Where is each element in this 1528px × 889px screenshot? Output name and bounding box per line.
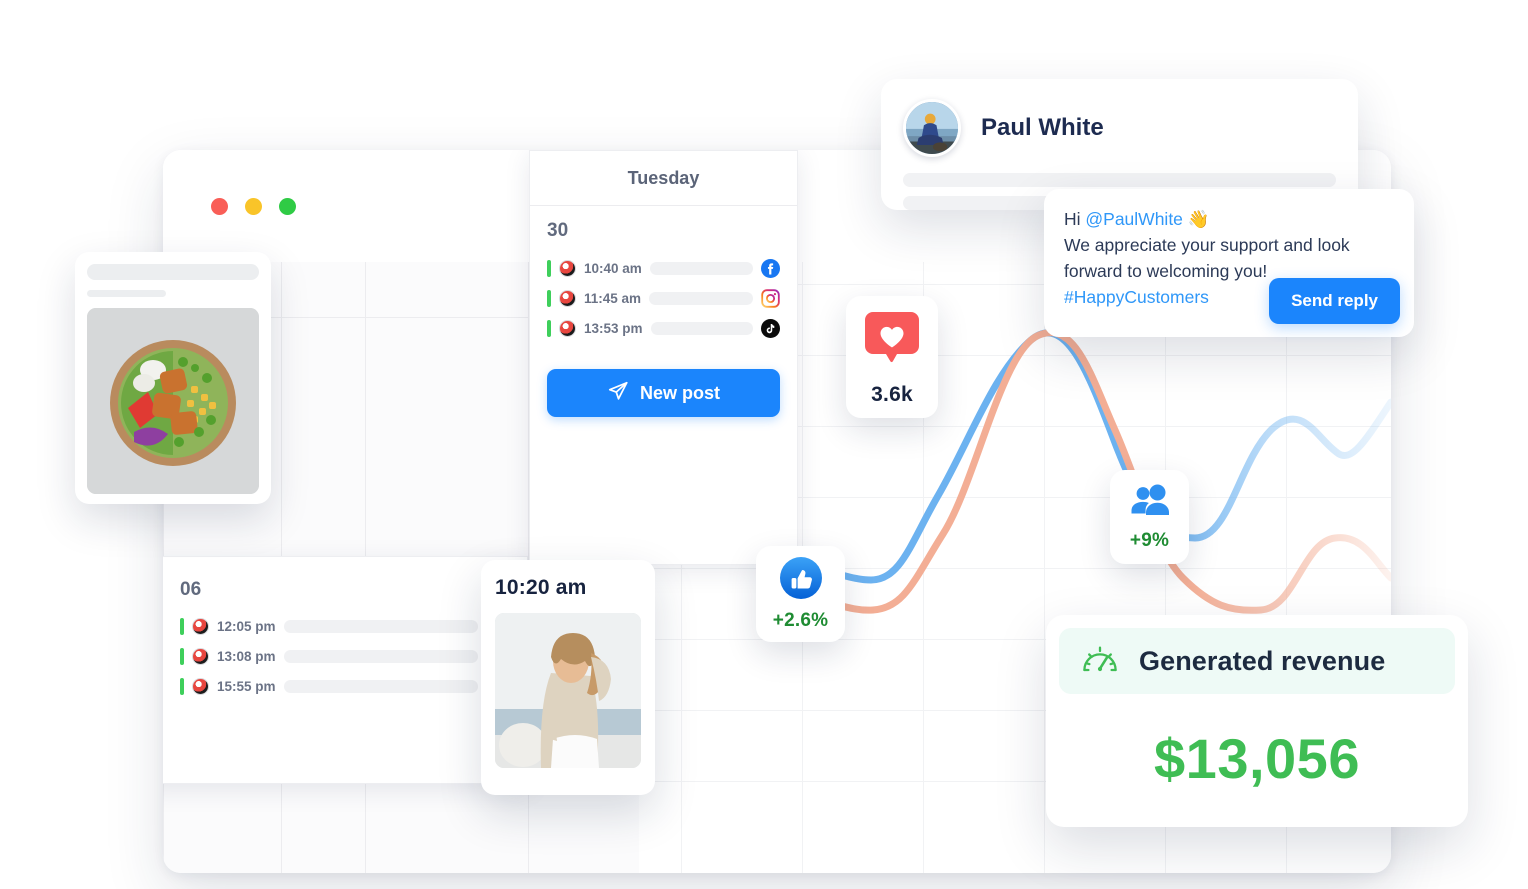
scheduled-post-item[interactable]: 11:45 am bbox=[547, 287, 780, 309]
mention-link[interactable]: @PaulWhite bbox=[1085, 209, 1183, 229]
post-time: 13:53 pm bbox=[584, 320, 643, 336]
status-bar-icon bbox=[180, 617, 184, 635]
post-text-placeholder bbox=[283, 619, 478, 633]
greeting-prefix: Hi bbox=[1064, 209, 1086, 229]
scheduled-post-item[interactable]: 15:55 pm bbox=[180, 675, 505, 697]
post-time: 12:05 pm bbox=[217, 618, 276, 634]
gauge-icon bbox=[1081, 643, 1119, 680]
generated-revenue-card[interactable]: Generated revenue $13,056 bbox=[1046, 615, 1468, 827]
scheduled-post-item[interactable]: 12:05 pm bbox=[180, 615, 505, 637]
post-text-placeholder bbox=[649, 261, 753, 275]
metric-badge-likes[interactable]: 3.6k bbox=[846, 296, 938, 418]
post-time: 15:55 pm bbox=[217, 678, 276, 694]
minimize-icon[interactable] bbox=[245, 198, 262, 215]
status-bar-icon bbox=[180, 677, 184, 695]
content-placeholder bbox=[903, 173, 1336, 187]
calendar-day-tuesday[interactable]: Tuesday 30 10:40 am 11:45 am 13:53 pm Ne… bbox=[529, 150, 798, 565]
wave-emoji-icon: 👋 bbox=[1187, 209, 1210, 229]
status-bar-icon bbox=[180, 647, 184, 665]
avatar bbox=[559, 259, 576, 277]
food-photo bbox=[87, 308, 259, 494]
post-time: 11:45 am bbox=[584, 290, 642, 306]
new-post-label: New post bbox=[639, 382, 720, 403]
post-time: 13:08 pm bbox=[217, 648, 276, 664]
calendar-day-06[interactable]: 06 12:05 pm 13:08 pm 15:55 pm bbox=[163, 556, 528, 784]
calendar-column-header bbox=[365, 262, 528, 317]
reply-greeting: Hi @PaulWhite 👋 bbox=[1064, 206, 1394, 232]
subtitle-placeholder bbox=[87, 290, 167, 297]
new-post-button[interactable]: New post bbox=[547, 369, 780, 417]
avatar bbox=[559, 289, 576, 307]
tiktok-icon bbox=[761, 318, 780, 338]
heart-icon bbox=[861, 308, 923, 375]
facebook-icon bbox=[761, 258, 780, 278]
reply-body: We appreciate your support and look forw… bbox=[1064, 235, 1350, 281]
avatar bbox=[192, 647, 209, 665]
avatar bbox=[559, 319, 576, 337]
scheduled-post-list: 12:05 pm 13:08 pm 15:55 pm bbox=[180, 615, 505, 697]
instagram-icon bbox=[761, 288, 780, 308]
post-text-placeholder bbox=[283, 649, 478, 663]
profile-name: Paul White bbox=[981, 114, 1104, 141]
post-text-placeholder bbox=[650, 321, 753, 335]
post-preview-card-food[interactable] bbox=[75, 252, 271, 504]
avatar bbox=[903, 99, 961, 157]
close-icon[interactable] bbox=[211, 198, 228, 215]
maximize-icon[interactable] bbox=[279, 198, 296, 215]
title-placeholder bbox=[87, 264, 259, 280]
screenshot-root: Tuesday 30 10:40 am 11:45 am 13:53 pm Ne… bbox=[0, 0, 1528, 889]
revenue-card-header: Generated revenue bbox=[1059, 628, 1455, 694]
status-bar-icon bbox=[547, 259, 551, 277]
metric-value: +2.6% bbox=[772, 609, 829, 631]
status-bar-icon bbox=[547, 289, 551, 307]
revenue-title: Generated revenue bbox=[1139, 645, 1386, 676]
scheduled-post-item[interactable]: 10:40 am bbox=[547, 257, 780, 279]
post-photo bbox=[495, 613, 641, 768]
metric-value: 3.6k bbox=[871, 382, 913, 406]
day-header-label: Tuesday bbox=[530, 151, 797, 206]
post-time: 10:20 am bbox=[495, 576, 587, 599]
status-bar-icon bbox=[547, 319, 551, 337]
paper-plane-icon bbox=[607, 380, 629, 407]
traffic-lights bbox=[211, 198, 296, 215]
people-icon bbox=[1129, 483, 1171, 524]
day-number: 30 bbox=[547, 220, 569, 241]
post-text-placeholder bbox=[283, 679, 478, 693]
avatar bbox=[192, 617, 209, 635]
scheduled-post-item[interactable]: 13:08 pm bbox=[180, 645, 505, 667]
day-number: 06 bbox=[180, 579, 202, 600]
post-time: 10:40 am bbox=[584, 260, 642, 276]
send-reply-button[interactable]: Send reply bbox=[1269, 278, 1400, 324]
metric-badge-followers[interactable]: +9% bbox=[1110, 470, 1189, 564]
scheduled-post-item[interactable]: 13:53 pm bbox=[547, 317, 780, 339]
revenue-amount: $13,056 bbox=[1154, 727, 1360, 790]
scheduled-post-list: 10:40 am 11:45 am 13:53 pm bbox=[547, 257, 780, 339]
metric-value: +9% bbox=[1129, 529, 1170, 551]
metric-badge-engagement[interactable]: +2.6% bbox=[756, 546, 845, 642]
post-text-placeholder bbox=[649, 291, 753, 305]
reply-composer-card[interactable]: Hi @PaulWhite 👋 We appreciate your suppo… bbox=[1044, 189, 1414, 337]
thumbs-up-icon bbox=[779, 556, 822, 604]
post-preview-card-scheduled[interactable]: 10:20 am bbox=[481, 560, 655, 795]
avatar bbox=[192, 677, 209, 695]
